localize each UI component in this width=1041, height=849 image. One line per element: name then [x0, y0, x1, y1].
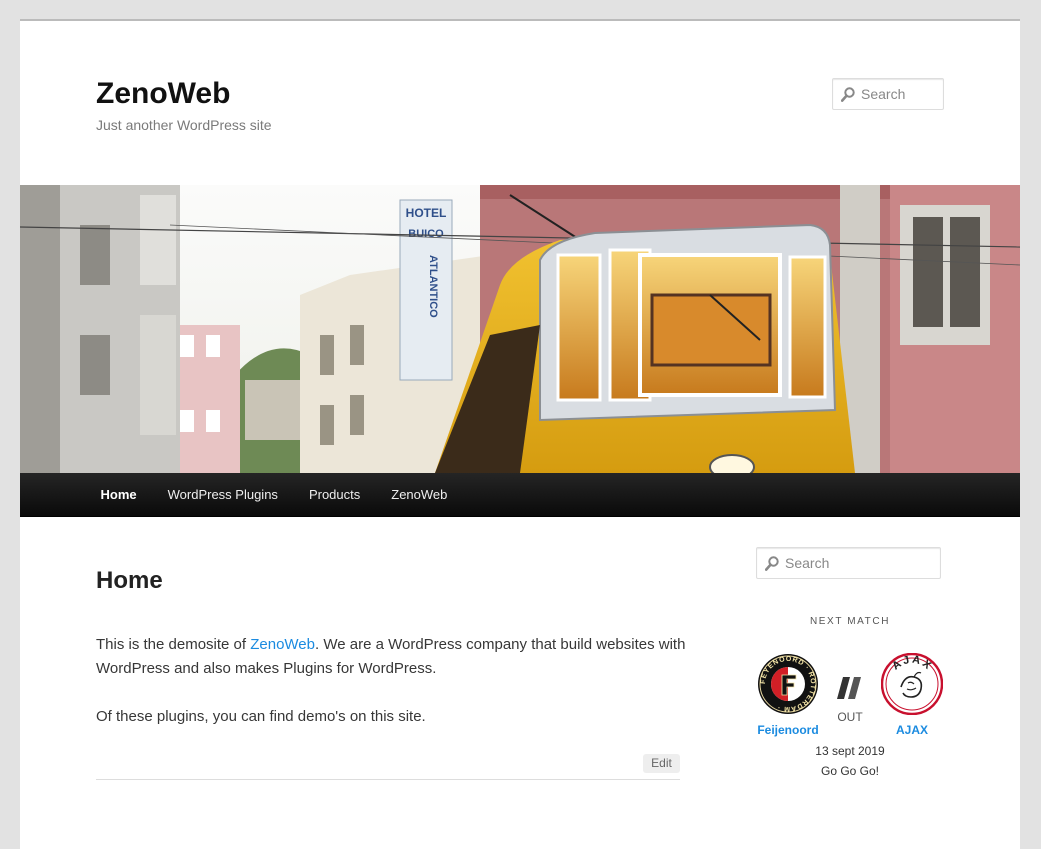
site-description: Just another WordPress site [96, 117, 272, 133]
svg-text:HOTEL: HOTEL [406, 206, 447, 220]
match-date: 13 sept 2019 [815, 744, 885, 758]
away-team-name[interactable]: AJAX [872, 723, 952, 737]
nav-link-zenoweb[interactable]: ZenoWeb [376, 473, 463, 516]
svg-text:ATLANTICO: ATLANTICO [427, 255, 439, 318]
search-icon [841, 87, 855, 102]
next-match-widget-title: NEXT MATCH [809, 616, 891, 627]
edit-button[interactable]: Edit [643, 754, 680, 773]
nav-link-wordpress-plugins[interactable]: WordPress Plugins [152, 473, 293, 516]
home-team-name[interactable]: Feijenoord [748, 723, 828, 737]
entry-paragraph-1: This is the demosite of ZenoWeb. We are … [96, 633, 686, 681]
header-search-box[interactable] [832, 78, 944, 110]
away-slash-icon [837, 677, 861, 699]
site-title[interactable]: ZenoWeb [96, 76, 230, 112]
main-navigation: Home WordPress Plugins Products ZenoWeb [20, 473, 1020, 517]
nav-item-zenoweb[interactable]: ZenoWeb [376, 473, 463, 516]
entry-divider [96, 779, 680, 780]
sidebar-search-box[interactable] [756, 547, 941, 579]
nav-item-products[interactable]: Products [293, 473, 375, 516]
nav-link-products[interactable]: Products [293, 473, 375, 516]
nav-link-home[interactable]: Home [85, 473, 152, 516]
away-team: AJAX AJAX [872, 653, 952, 737]
page-title: Home [96, 567, 163, 594]
ajax-logo-icon[interactable]: AJAX [881, 653, 943, 715]
venue-label: OUT [837, 710, 863, 724]
entry-content: This is the demosite of ZenoWeb. We are … [96, 633, 686, 753]
tram-street-illustration: HOTEL BUICO ATLANTICO [20, 185, 1020, 473]
svg-text:BUICO: BUICO [408, 228, 444, 240]
sidebar-search-input[interactable] [785, 548, 935, 578]
nav-item-home[interactable]: Home [85, 473, 152, 516]
zenoweb-link[interactable]: ZenoWeb [250, 636, 315, 653]
header-search-input[interactable] [861, 79, 941, 109]
match-note: Go Go Go! [820, 764, 880, 778]
feyenoord-logo-icon[interactable]: FEYENOORD · ROTTERDAM · [757, 653, 819, 715]
entry-text-before-link: This is the demosite of [96, 636, 251, 653]
header-banner-image: HOTEL BUICO ATLANTICO [20, 185, 1020, 473]
home-team: FEYENOORD · ROTTERDAM · Feijenoord [748, 653, 828, 737]
nav-item-wordpress-plugins[interactable]: WordPress Plugins [152, 473, 293, 516]
page: ZenoWeb Just another WordPress site Sear… [20, 19, 1020, 849]
search-icon [765, 556, 779, 571]
entry-paragraph-2: Of these plugins, you can find demo's on… [96, 708, 426, 725]
match-venue: OUT [830, 677, 870, 724]
